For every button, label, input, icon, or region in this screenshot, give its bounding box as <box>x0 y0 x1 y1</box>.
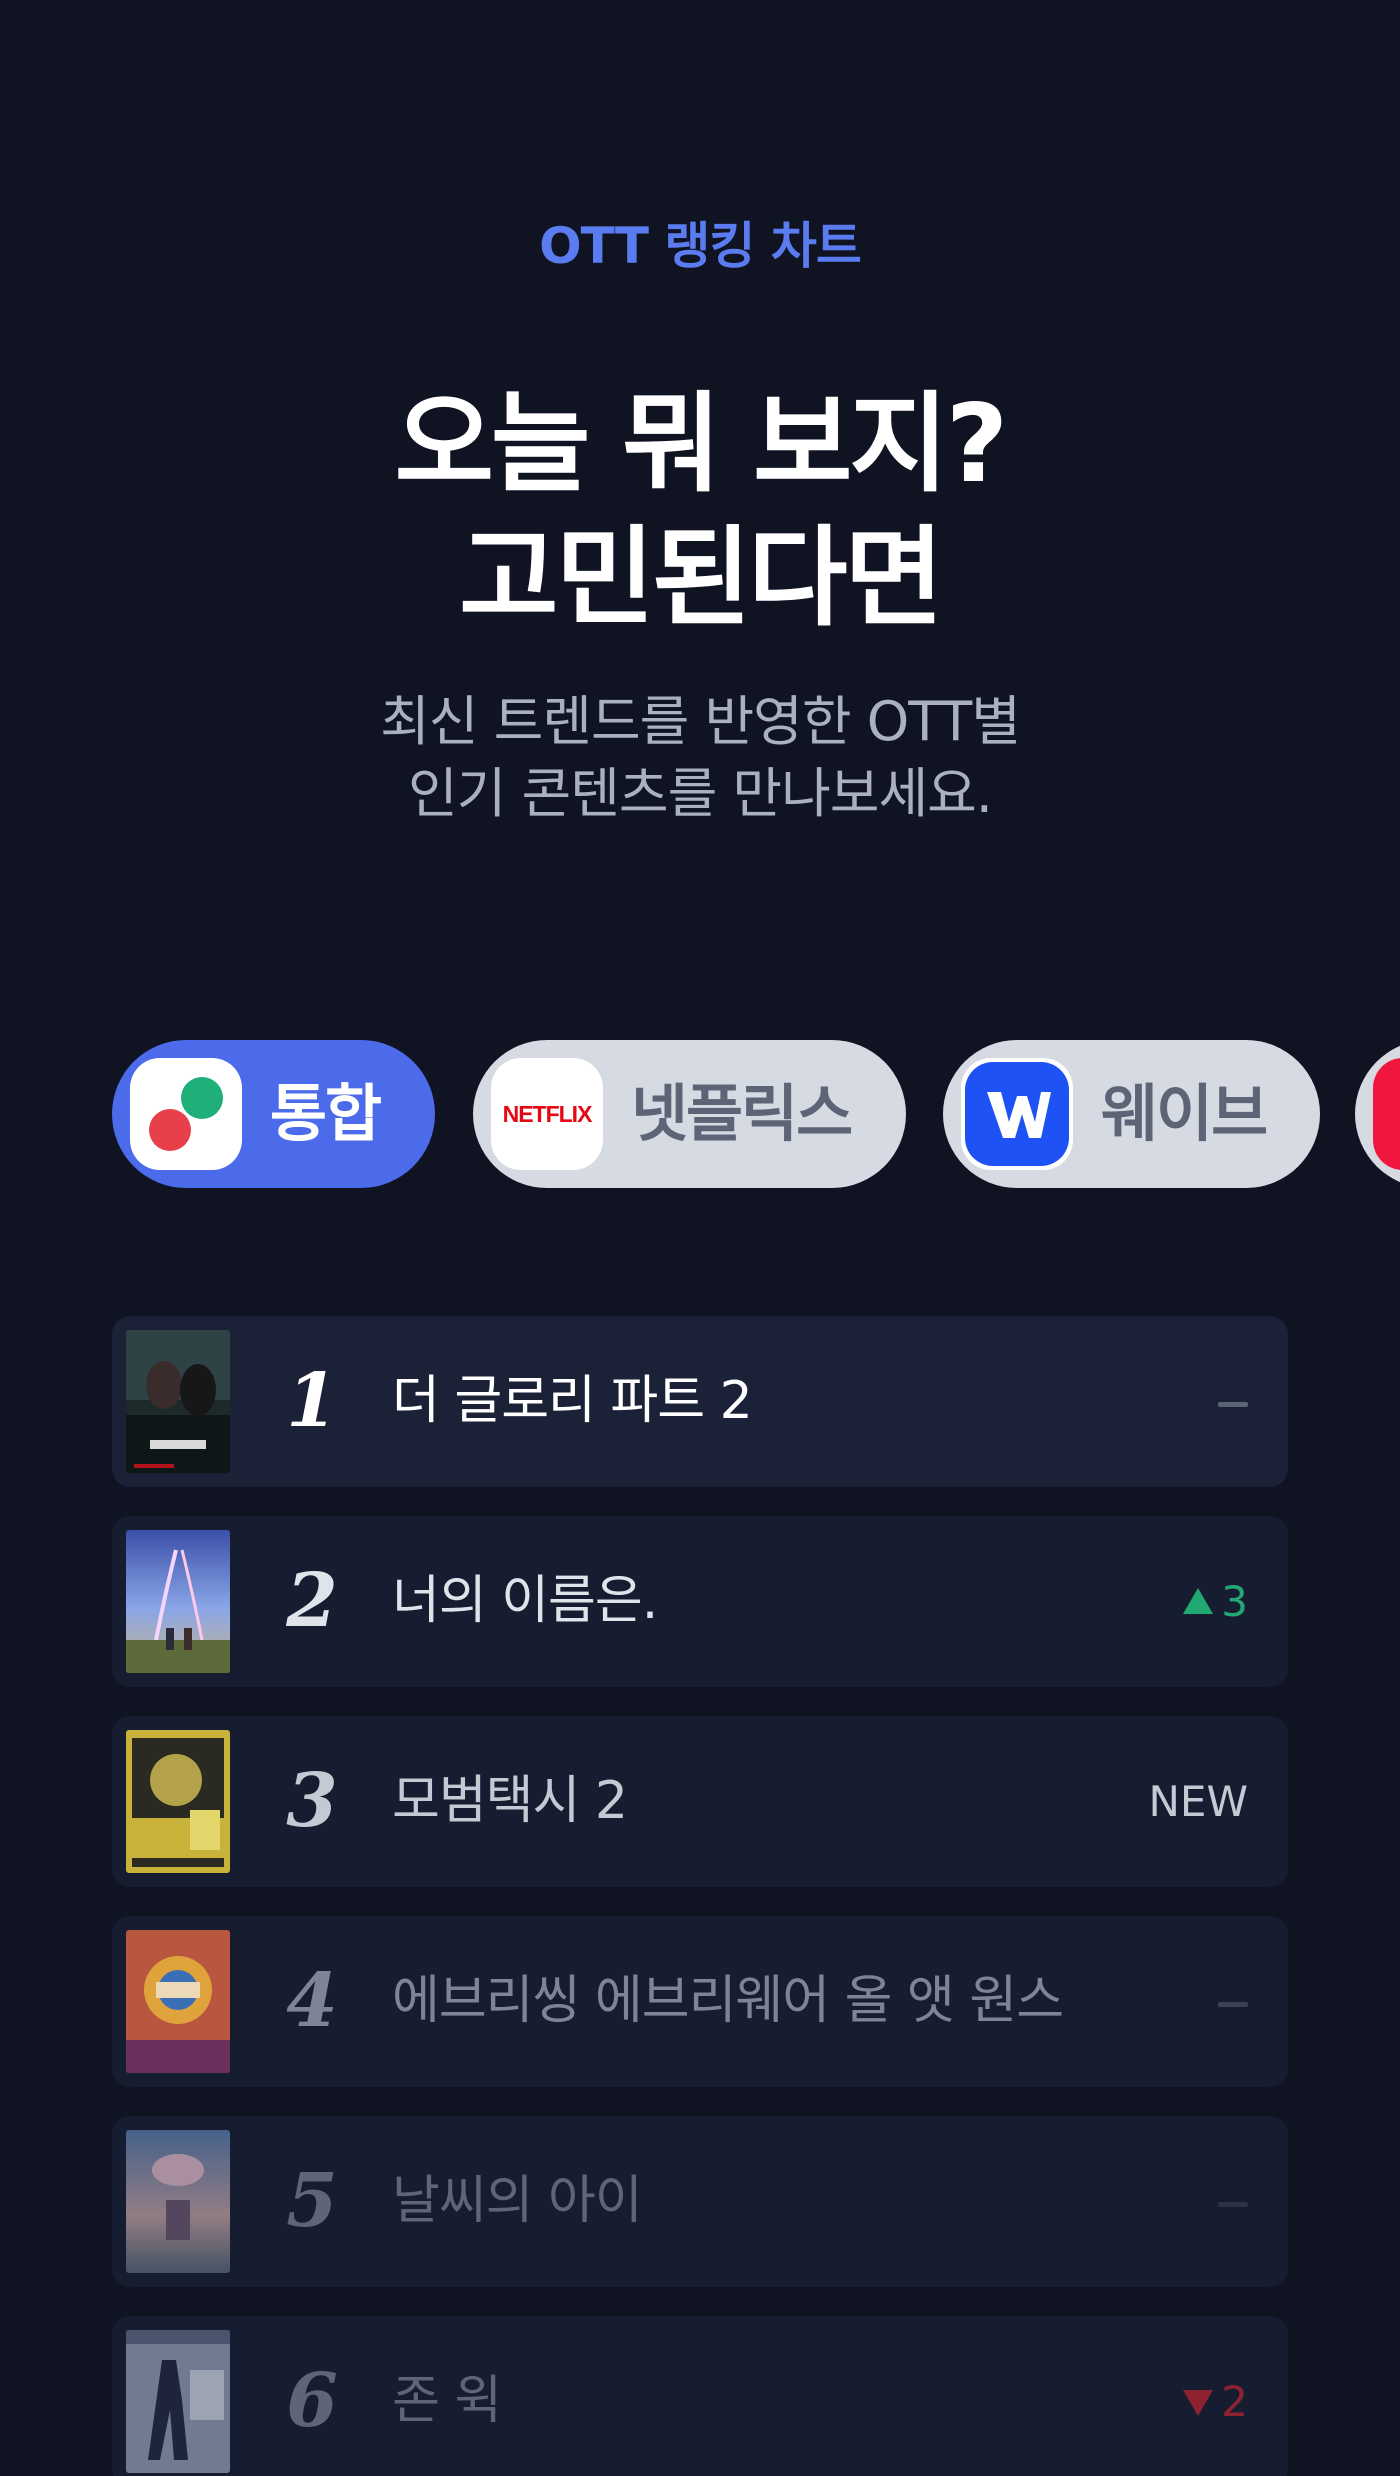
no-change-icon <box>1218 1402 1248 1407</box>
description-line-1: 최신 트렌드를 반영한 OTT별 <box>380 690 1021 753</box>
poster-thumbnail <box>126 2130 230 2273</box>
no-change-icon <box>1218 2002 1248 2007</box>
content-title: 모범택시 2 <box>392 1771 628 1831</box>
rank-change: 3 <box>1183 1516 1248 1687</box>
rank-change: NEW <box>1149 1716 1248 1887</box>
content-title: 존 윅 <box>392 2371 502 2431</box>
poster-thumbnail <box>126 1730 230 1873</box>
integrated-logo-icon <box>130 1058 242 1170</box>
tab-next-partial[interactable] <box>1355 1040 1400 1188</box>
rank-change-value: 2 <box>1221 2377 1248 2426</box>
ranking-row-4[interactable]: 4 에브리씽 에브리웨어 올 앳 원스 <box>112 1916 1288 2087</box>
tab-integrated[interactable]: 통합 <box>112 1040 435 1188</box>
rank-number: 5 <box>286 2158 338 2244</box>
headline-line-1: 오늘 뭐 보지? <box>394 382 1009 507</box>
rank-change: 2 <box>1183 2316 1248 2476</box>
poster-thumbnail <box>126 1930 230 2073</box>
tab-netflix[interactable]: NETFLIX 넷플릭스 <box>473 1040 906 1188</box>
ranking-row-6[interactable]: 6 존 윅 2 <box>112 2316 1288 2476</box>
content-title: 너의 이름은. <box>392 1571 658 1631</box>
section-eyebrow: OTT 랭킹 차트 <box>539 217 862 275</box>
rank-number: 6 <box>286 2358 338 2444</box>
tab-netflix-label: 넷플릭스 <box>631 1077 853 1150</box>
poster-thumbnail <box>126 1330 230 1473</box>
page-description: 최신 트렌드를 반영한 OTT별 인기 콘텐츠를 만나보세요. <box>0 686 1400 830</box>
rank-number: 4 <box>286 1958 338 2044</box>
no-change-icon <box>1218 2202 1248 2207</box>
content-title: 더 글로리 파트 2 <box>392 1371 753 1431</box>
rank-number: 2 <box>286 1558 338 1644</box>
page-headline: 오늘 뭐 보지? 고민된다면 <box>0 378 1400 646</box>
rank-change <box>1218 1316 1248 1487</box>
ott-ranking-page: OTT 랭킹 차트 오늘 뭐 보지? 고민된다면 최신 트렌드를 반영한 OTT… <box>0 0 1400 2476</box>
rank-number: 1 <box>286 1358 338 1444</box>
ranking-row-2[interactable]: 2 너의 이름은. 3 <box>112 1516 1288 1687</box>
next-ott-logo-icon <box>1373 1058 1400 1170</box>
description-line-2: 인기 콘텐츠를 만나보세요. <box>408 762 993 825</box>
wavve-logo-icon <box>961 1058 1073 1170</box>
content-title: 날씨의 아이 <box>392 2171 643 2231</box>
content-title: 에브리씽 에브리웨어 올 앳 원스 <box>392 1971 1064 2031</box>
rank-change <box>1218 2116 1248 2287</box>
rank-up-icon <box>1183 1587 1214 1614</box>
netflix-logo-icon: NETFLIX <box>491 1058 603 1170</box>
netflix-logo-text: NETFLIX <box>502 1101 593 1127</box>
tab-wavve[interactable]: 웨이브 <box>943 1040 1320 1188</box>
tab-integrated-label: 통합 <box>270 1077 382 1150</box>
new-badge: NEW <box>1148 1777 1248 1826</box>
ranking-row-1[interactable]: 1 더 글로리 파트 2 <box>112 1316 1288 1487</box>
rank-down-icon <box>1183 2389 1214 2416</box>
ranking-row-5[interactable]: 5 날씨의 아이 <box>112 2116 1288 2287</box>
rank-number: 3 <box>286 1758 338 1844</box>
tab-wavve-label: 웨이브 <box>1101 1077 1268 1150</box>
poster-thumbnail <box>126 1530 230 1673</box>
ott-filter-tabs: 통합 NETFLIX 넷플릭스 웨이브 <box>112 1040 1400 1188</box>
rank-change <box>1218 1916 1248 2087</box>
ranking-row-3[interactable]: 3 모범택시 2 NEW <box>112 1716 1288 1887</box>
poster-thumbnail <box>126 2330 230 2473</box>
rank-change-value: 3 <box>1221 1577 1248 1626</box>
headline-line-2: 고민된다면 <box>459 516 944 641</box>
